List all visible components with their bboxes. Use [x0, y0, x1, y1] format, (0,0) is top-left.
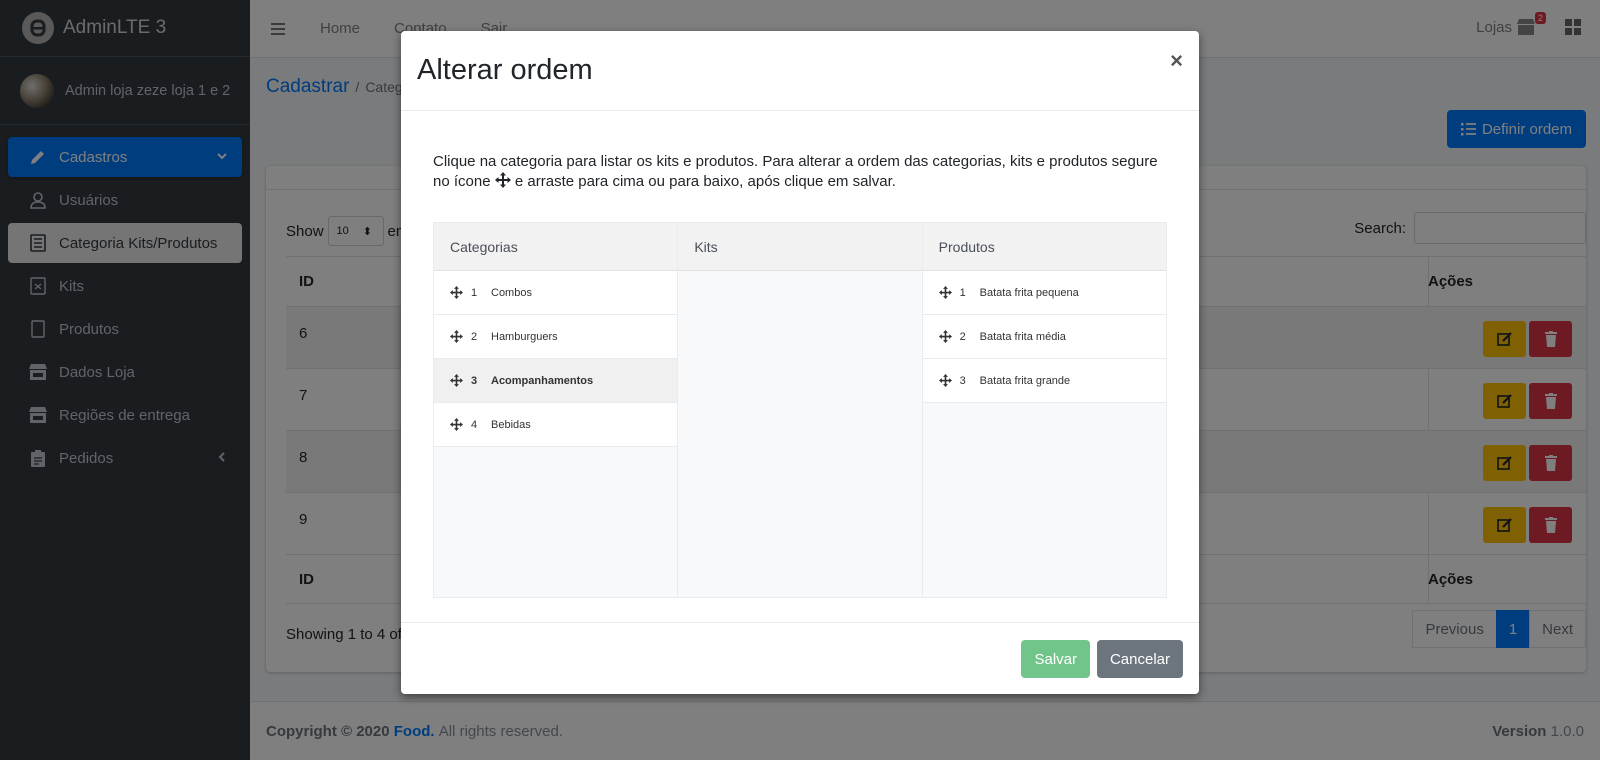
drag-handle-icon[interactable] [450, 286, 463, 299]
item-number: 3 [471, 374, 478, 387]
category-item[interactable]: 1 Combos [434, 271, 678, 315]
drag-handle-icon[interactable] [450, 418, 463, 431]
modal-footer: Salvar Cancelar [401, 622, 1199, 694]
categories-column: Categorias 1 Combos 2 Hamburguers 3 Acom… [434, 223, 679, 597]
products-column: Produtos 1 Batata frita pequena 2 Batata… [922, 223, 1166, 597]
category-item-selected[interactable]: 3 Acompanhamentos [434, 359, 678, 403]
item-number: 1 [959, 286, 966, 299]
product-item[interactable]: 3 Batata frita grande [922, 359, 1166, 403]
item-label: Batata frita pequena [979, 286, 1079, 299]
save-button[interactable]: Salvar [1021, 640, 1090, 678]
item-label: Hamburguers [491, 330, 558, 343]
item-label: Batata frita grande [979, 374, 1071, 387]
drag-handle-icon[interactable] [450, 330, 463, 343]
item-number: 2 [471, 330, 478, 343]
item-number: 3 [959, 374, 966, 387]
modal-description: Clique na categoria para listar os kits … [433, 152, 1173, 192]
products-header: Produtos [922, 223, 1166, 271]
categories-header: Categorias [434, 223, 678, 271]
category-item[interactable]: 2 Hamburguers [434, 315, 678, 359]
item-number: 2 [959, 330, 966, 343]
drag-handle-icon[interactable] [938, 374, 952, 387]
item-label: Combos [491, 286, 532, 299]
order-modal: Alterar ordem × Clique na categoria para… [401, 31, 1199, 694]
product-item[interactable]: 2 Batata frita média [922, 315, 1166, 359]
kits-header: Kits [678, 223, 922, 271]
modal-header: Alterar ordem × [401, 31, 1199, 111]
cancel-button[interactable]: Cancelar [1096, 640, 1183, 678]
description-text-2: e arraste para cima ou para baixo, após … [514, 173, 896, 190]
move-icon [494, 172, 511, 188]
drag-handle-icon[interactable] [450, 374, 463, 387]
order-grid: Categorias 1 Combos 2 Hamburguers 3 Acom… [433, 222, 1167, 598]
drag-handle-icon[interactable] [938, 330, 952, 343]
close-button[interactable]: × [1170, 48, 1183, 74]
category-item[interactable]: 4 Bebidas [434, 403, 678, 447]
product-item[interactable]: 1 Batata frita pequena [922, 271, 1166, 315]
item-number: 4 [471, 418, 478, 431]
drag-handle-icon[interactable] [938, 286, 952, 299]
modal-title: Alterar ordem [417, 54, 593, 86]
item-label: Acompanhamentos [491, 374, 594, 387]
item-label: Bebidas [491, 418, 531, 431]
kits-column: Kits [678, 223, 923, 597]
item-number: 1 [471, 286, 478, 299]
item-label: Batata frita média [979, 330, 1066, 343]
